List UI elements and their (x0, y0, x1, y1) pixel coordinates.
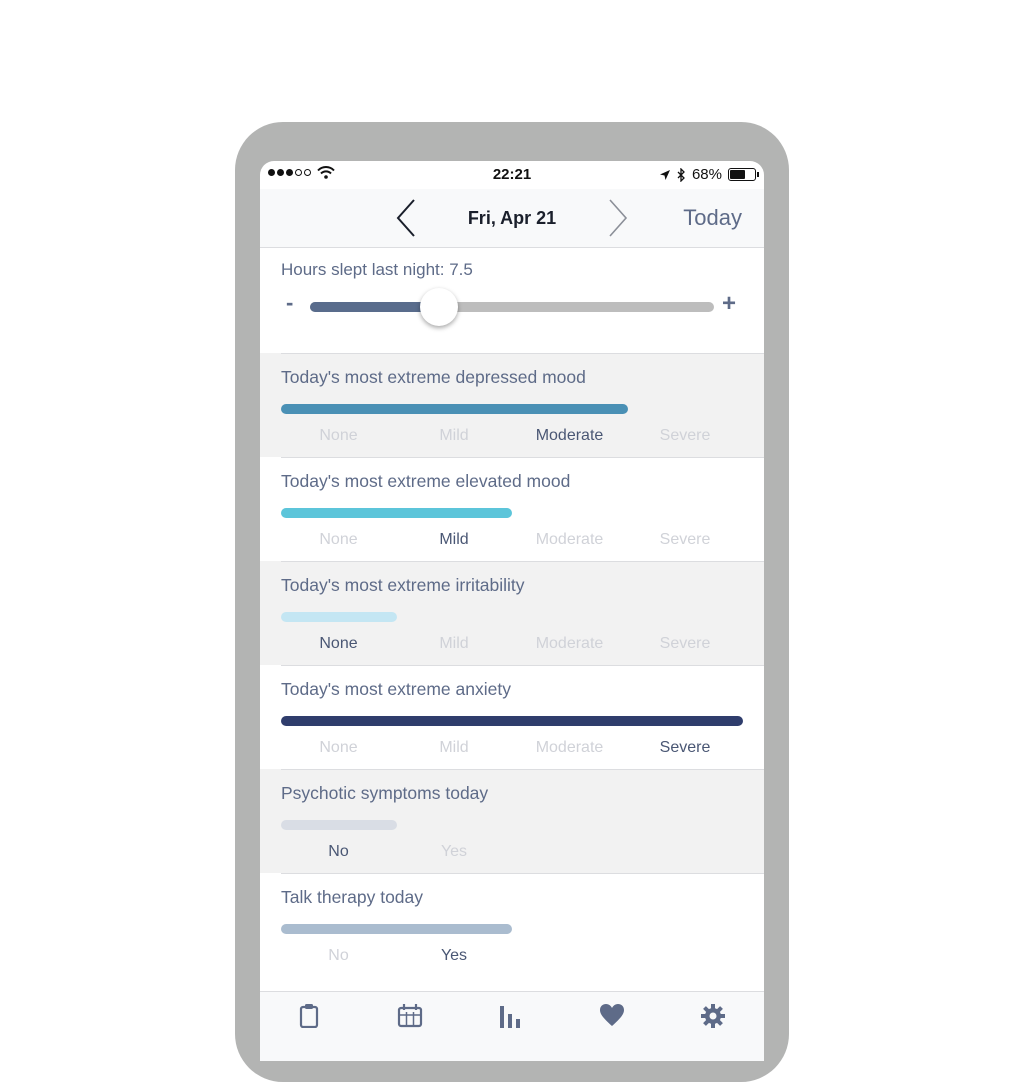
calendar-icon[interactable] (397, 1002, 423, 1028)
gear-icon[interactable] (700, 1002, 726, 1028)
chevron-left-icon[interactable] (392, 197, 422, 239)
severity-option[interactable]: Severe (628, 739, 743, 757)
severity-bar[interactable] (281, 404, 628, 414)
section-divider (281, 457, 764, 458)
severity-bar[interactable] (281, 820, 397, 830)
date-navigation-bar: Fri, Apr 21 Today (260, 189, 764, 248)
severity-option[interactable]: Moderate (512, 427, 627, 445)
severity-option[interactable]: None (281, 531, 396, 549)
section-divider (281, 665, 764, 666)
location-arrow-icon (659, 169, 670, 180)
clipboard-icon[interactable] (296, 1002, 322, 1028)
chart-icon[interactable] (497, 1002, 523, 1028)
severity-option[interactable]: Moderate (512, 635, 627, 653)
heart-icon[interactable] (599, 1002, 625, 1028)
severity-option[interactable]: Moderate (512, 531, 627, 549)
symptom-title: Today's most extreme depressed mood (281, 367, 586, 387)
symptom-section: Talk therapy today No Yes (260, 873, 764, 977)
symptom-title: Today's most extreme elevated mood (281, 471, 571, 491)
symptom-section: Today's most extreme irritability None Mil… (260, 561, 764, 665)
app-screen: 22:21 68% Fri, Apr 21 Today Hours slept … (260, 161, 764, 1061)
sleep-slider-thumb[interactable] (420, 288, 459, 326)
severity-option[interactable]: Mild (397, 531, 512, 549)
severity-options: None Mild Moderate Severe (281, 427, 743, 449)
decrease-sleep-button[interactable]: - (286, 290, 293, 316)
symptom-section: Psychotic symptoms today No Yes (260, 769, 764, 873)
bluetooth-icon (677, 167, 685, 182)
severity-option[interactable]: None (281, 739, 396, 757)
severity-option[interactable]: Yes (397, 947, 512, 965)
severity-bar[interactable] (281, 508, 512, 518)
severity-bar[interactable] (281, 612, 397, 622)
status-right: 68% (659, 166, 759, 183)
symptom-section: Today's most extreme elevated mood None Mi… (260, 457, 764, 561)
severity-option[interactable]: Severe (628, 635, 743, 653)
today-button[interactable]: Today (683, 205, 742, 231)
symptom-title: Today's most extreme anxiety (281, 679, 511, 699)
symptom-section: Today's most extreme depressed mood None M… (260, 353, 764, 457)
severity-option[interactable]: None (281, 635, 396, 653)
severity-option[interactable]: Moderate (512, 739, 627, 757)
severity-option[interactable]: Mild (397, 635, 512, 653)
section-divider (281, 561, 764, 562)
severity-option[interactable]: Severe (628, 531, 743, 549)
severity-options: None Mild Moderate Severe (281, 739, 743, 761)
sleep-slider-track[interactable] (310, 302, 714, 312)
symptom-title: Today's most extreme irritability (281, 575, 525, 595)
symptom-title: Talk therapy today (281, 887, 424, 907)
chevron-right-icon[interactable] (602, 197, 632, 239)
increase-sleep-button[interactable]: + (722, 290, 736, 318)
symptom-title: Psychotic symptoms today (281, 783, 489, 803)
severity-option[interactable]: Severe (628, 427, 743, 445)
section-divider (281, 873, 764, 874)
severity-bar[interactable] (281, 716, 743, 726)
battery-percent: 68% (691, 166, 722, 183)
severity-options: None Mild Moderate Severe (281, 531, 743, 553)
current-date: Fri, Apr 21 (467, 208, 557, 228)
severity-bar[interactable] (281, 924, 512, 934)
tab-bar (260, 991, 764, 1061)
severity-options: None Mild Moderate Severe (281, 635, 743, 657)
section-divider (281, 769, 764, 770)
sleep-hours-section: Hours slept last night: 7.5 - + (260, 248, 764, 353)
severity-option[interactable]: None (281, 427, 396, 445)
status-bar: 22:21 68% (260, 161, 764, 189)
severity-option[interactable]: Mild (397, 427, 512, 445)
symptom-section: Today's most extreme anxiety None Mild Mode… (260, 665, 764, 769)
severity-option[interactable]: No (281, 843, 396, 861)
severity-options: No Yes (281, 843, 743, 865)
severity-option[interactable]: Yes (397, 843, 512, 861)
severity-option[interactable]: Mild (397, 739, 512, 757)
severity-options: No Yes (281, 947, 743, 969)
severity-option[interactable]: No (281, 947, 396, 965)
sleep-hours-label: Hours slept last night: 7.5 (281, 260, 473, 279)
section-divider (281, 353, 764, 354)
battery-icon (728, 168, 759, 181)
